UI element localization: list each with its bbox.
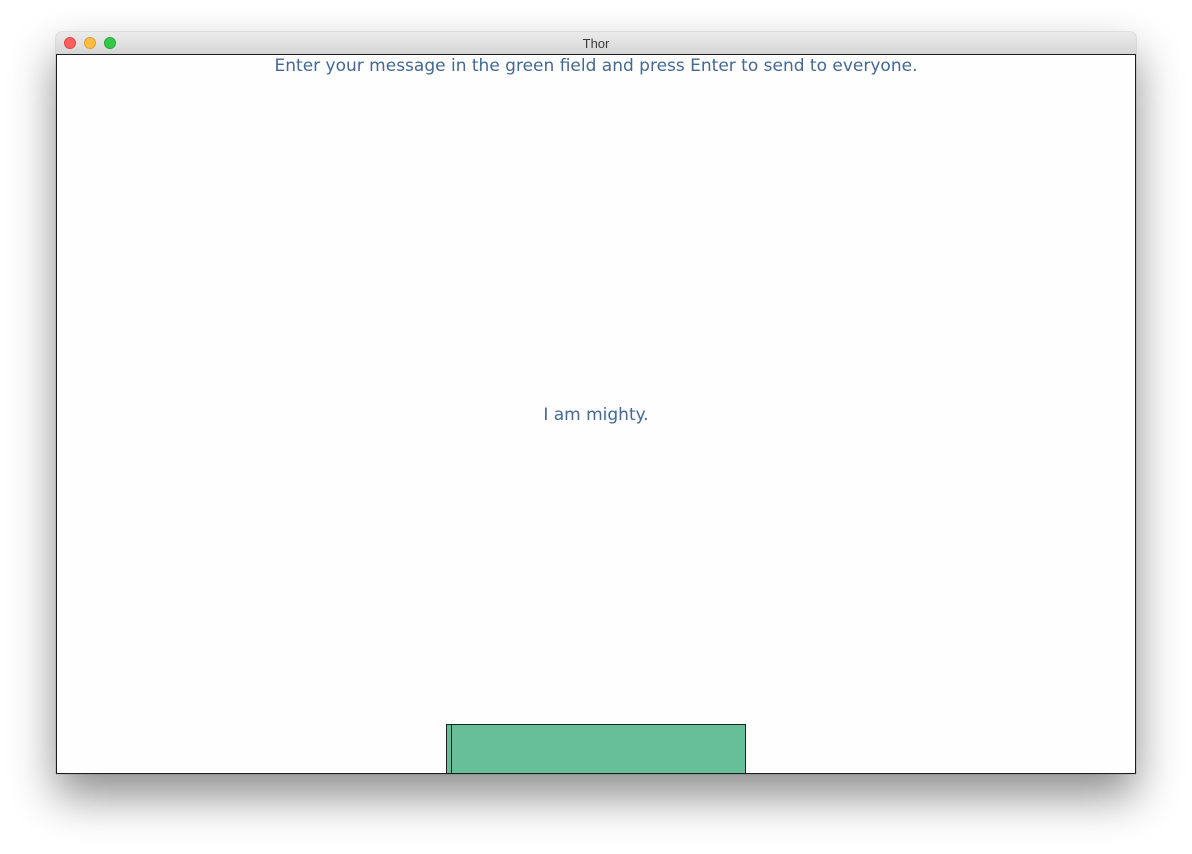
window-title: Thor [582, 36, 610, 51]
broadcast-message: I am mighty. [543, 405, 649, 425]
instructions-text: Enter your message in the green field an… [274, 56, 918, 76]
message-input-field[interactable] [446, 724, 746, 773]
text-caret [451, 725, 452, 773]
canvas-area: Enter your message in the green field an… [56, 54, 1136, 774]
app-window: Thor Enter your message in the green fie… [56, 32, 1136, 774]
title-bar[interactable]: Thor [56, 32, 1136, 55]
